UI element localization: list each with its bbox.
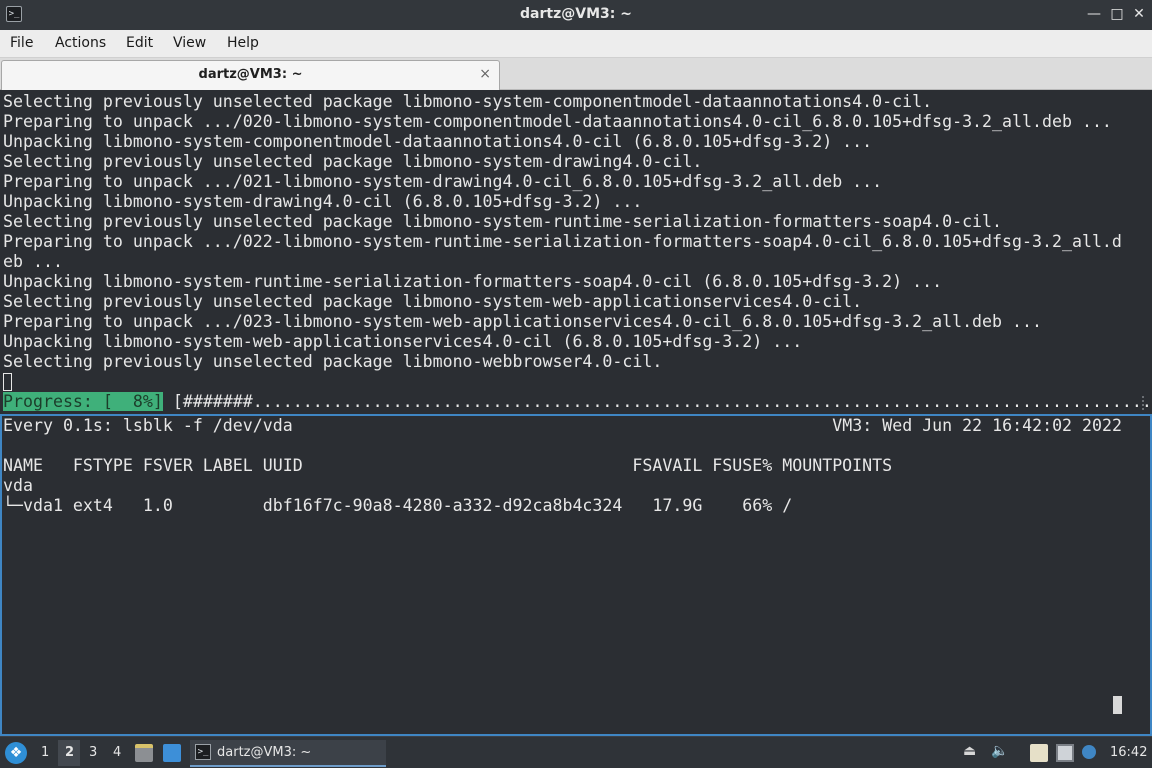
resize-grip-icon[interactable] [1142, 396, 1150, 410]
menu-view[interactable]: View [173, 35, 206, 51]
tab-close-icon[interactable]: × [479, 66, 491, 82]
menu-bar: File Actions Edit View Help [0, 30, 1152, 58]
taskbar-task-terminal[interactable]: >_ dartz@VM3: ~ [190, 740, 386, 767]
menu-actions[interactable]: Actions [55, 35, 106, 51]
terminal-line: eb ... [3, 252, 63, 271]
workspace-2[interactable]: 2 [65, 745, 74, 760]
terminal-line: Unpacking libmono-system-componentmodel-… [3, 132, 873, 151]
lsblk-row: └─vda1 ext4 1.0 dbf16f7c-90a8-4280-a332-… [3, 496, 793, 515]
terminal-line: Preparing to unpack .../022-libmono-syst… [3, 232, 1122, 251]
menu-help[interactable]: Help [227, 35, 259, 51]
tab-bar: dartz@VM3: ~ × [0, 58, 1152, 90]
terminal-line: Unpacking libmono-system-drawing4.0-cil … [3, 192, 643, 211]
tab-terminal[interactable]: dartz@VM3: ~ × [1, 60, 500, 90]
terminal-line: Selecting previously unselected package … [3, 212, 1003, 231]
lsblk-header: NAME FSTYPE FSVER LABEL UUID FSAVAIL FSU… [3, 456, 893, 475]
notification-icon[interactable] [1082, 745, 1096, 759]
close-button[interactable]: ✕ [1129, 4, 1149, 24]
minimize-button[interactable]: — [1084, 4, 1104, 24]
progress-label: Progress: [ 8%] [3, 392, 163, 411]
window-title: dartz@VM3: ~ [520, 6, 632, 22]
clock[interactable]: 16:42 [1110, 745, 1147, 760]
terminal-line: Preparing to unpack .../023-libmono-syst… [3, 312, 1042, 331]
menu-file[interactable]: File [10, 35, 33, 51]
terminal-line: Unpacking libmono-system-runtime-seriali… [3, 272, 943, 291]
terminal-cursor [1113, 696, 1122, 714]
taskbar: ❖ 1 2 3 4 >_ dartz@VM3: ~ ⏏ 🔈 16:42 [0, 736, 1152, 768]
terminal-line: Preparing to unpack .../020-libmono-syst… [3, 112, 1112, 131]
terminal-line: Selecting previously unselected package … [3, 352, 663, 371]
terminal-line: Selecting previously unselected package … [3, 292, 863, 311]
clipboard-icon[interactable] [1030, 744, 1048, 762]
workspace-3[interactable]: 3 [89, 745, 97, 760]
workspace-1[interactable]: 1 [41, 745, 49, 760]
terminal-line: Preparing to unpack .../021-libmono-syst… [3, 172, 883, 191]
restore-button[interactable]: □ [1107, 4, 1127, 24]
task-label: dartz@VM3: ~ [217, 745, 312, 760]
start-menu-icon[interactable]: ❖ [5, 742, 27, 764]
terminal-line: Unpacking libmono-system-web-application… [3, 332, 803, 351]
watch-timestamp: VM3: Wed Jun 22 16:42:02 2022 [832, 416, 1122, 435]
terminal-pane-top[interactable]: Selecting previously unselected package … [0, 92, 1152, 414]
eject-icon[interactable]: ⏏ [963, 743, 976, 759]
window-title-bar[interactable]: >_ dartz@VM3: ~ — □ ✕ [0, 0, 1152, 30]
terminal-line: Selecting previously unselected package … [3, 92, 933, 111]
volume-icon[interactable]: 🔈 [991, 743, 1008, 759]
file-manager-icon[interactable] [135, 744, 153, 762]
terminal-pane-bottom[interactable]: Every 0.1s: lsblk -f /dev/vda VM3: Wed J… [0, 414, 1152, 736]
terminal-line: Selecting previously unselected package … [3, 152, 703, 171]
show-desktop-icon[interactable] [163, 744, 181, 762]
tab-label: dartz@VM3: ~ [198, 67, 303, 82]
watch-command: Every 0.1s: lsblk -f /dev/vda [3, 416, 293, 435]
lsblk-row: vda [3, 476, 33, 495]
network-icon[interactable] [1056, 744, 1074, 762]
progress-bar: [#######................................… [162, 392, 1152, 411]
terminal-icon: >_ [195, 744, 211, 760]
progress-line: Progress: [ 8%] [#######................… [3, 392, 1152, 412]
workspace-4[interactable]: 4 [113, 745, 121, 760]
menu-edit[interactable]: Edit [126, 35, 153, 51]
terminal-cursor-line [3, 372, 12, 392]
terminal-cursor [3, 373, 12, 391]
